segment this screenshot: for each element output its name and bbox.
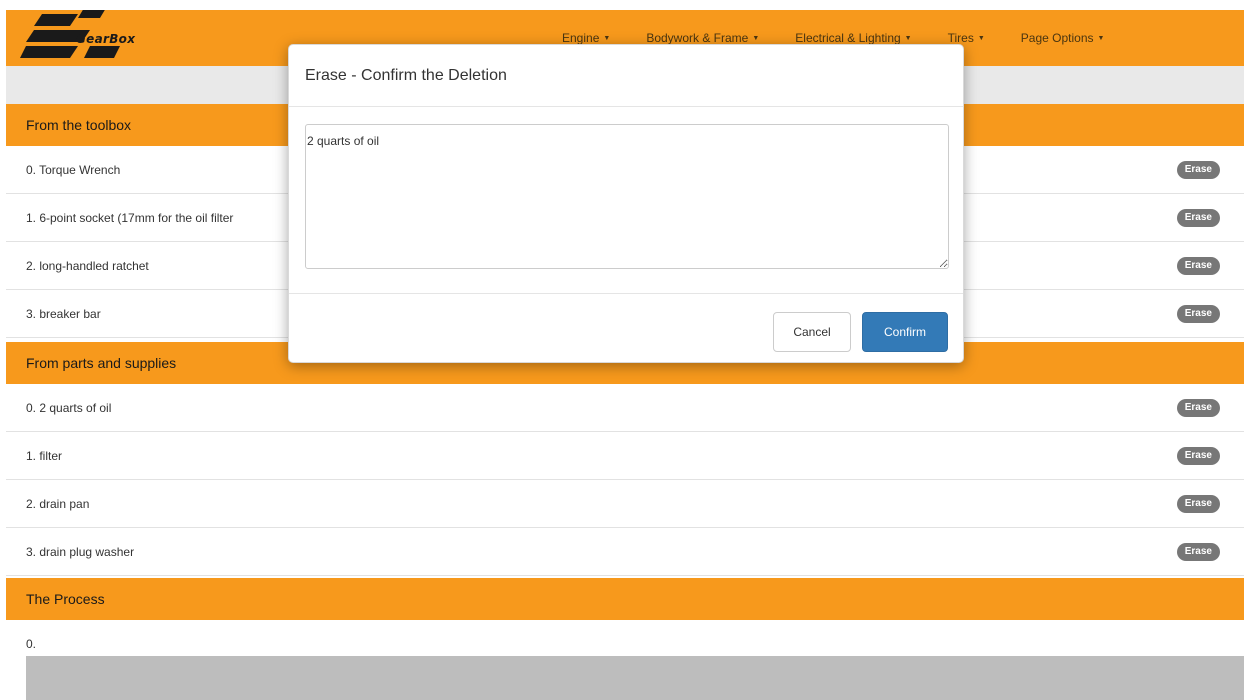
modal-footer: Cancel Confirm xyxy=(289,293,963,363)
modal-title: Erase - Confirm the Deletion xyxy=(305,66,507,84)
modal-body: 2 quarts of oil xyxy=(289,107,963,293)
modal-backdrop[interactable]: Erase - Confirm the Deletion 2 quarts of… xyxy=(0,0,1244,700)
confirm-delete-dialog: Erase - Confirm the Deletion 2 quarts of… xyxy=(288,44,964,363)
confirm-button[interactable]: Confirm xyxy=(862,312,948,352)
cancel-button[interactable]: Cancel xyxy=(773,312,851,352)
modal-header: Erase - Confirm the Deletion xyxy=(289,45,963,107)
item-textarea[interactable]: 2 quarts of oil xyxy=(305,124,949,269)
